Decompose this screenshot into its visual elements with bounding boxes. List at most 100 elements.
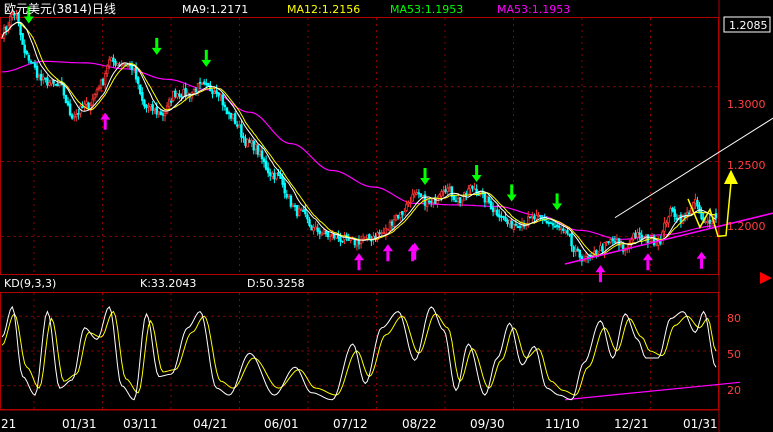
arrow-head bbox=[595, 265, 606, 273]
candle-body bbox=[161, 113, 165, 116]
candle-body bbox=[704, 221, 707, 224]
candle-body bbox=[103, 73, 107, 85]
arrow-head bbox=[23, 16, 34, 24]
kd-tick-50: 50 bbox=[727, 348, 741, 361]
candle-body bbox=[180, 95, 183, 98]
candle-body bbox=[310, 225, 313, 231]
candle-body bbox=[277, 172, 280, 177]
kd-tick-80: 80 bbox=[727, 312, 741, 325]
candle-body bbox=[531, 215, 534, 218]
candle-body bbox=[390, 221, 394, 226]
candle-body bbox=[9, 15, 12, 26]
candle-body bbox=[215, 90, 218, 94]
candle-body bbox=[465, 193, 468, 195]
candle-body bbox=[454, 200, 458, 203]
candle-body bbox=[264, 160, 268, 170]
candle-body bbox=[605, 241, 608, 244]
candle-body bbox=[440, 191, 443, 197]
candle-body bbox=[302, 210, 305, 212]
current-price: 1.2085 bbox=[729, 19, 768, 32]
candle-body bbox=[708, 219, 712, 224]
candle-body bbox=[33, 63, 37, 68]
candle-body bbox=[407, 202, 410, 205]
candle-body bbox=[285, 193, 289, 198]
candle-body bbox=[438, 194, 441, 199]
candle-body bbox=[219, 94, 222, 98]
candle-body bbox=[504, 216, 507, 222]
candle-body bbox=[70, 114, 74, 119]
sell-arrow-icon bbox=[155, 37, 159, 48]
candle-body bbox=[248, 140, 251, 143]
candle-body bbox=[31, 61, 35, 64]
candle-body bbox=[283, 182, 286, 194]
candle-body bbox=[384, 227, 388, 235]
candle-body bbox=[99, 79, 103, 89]
x-tick-label: 09/30 bbox=[470, 417, 505, 431]
candle-body bbox=[498, 214, 501, 218]
candle-body bbox=[293, 205, 297, 207]
candle-body bbox=[545, 220, 549, 224]
candle-body bbox=[551, 223, 555, 226]
candle-body bbox=[50, 79, 53, 85]
candle-body bbox=[266, 167, 270, 174]
candle-body bbox=[291, 204, 295, 208]
candle-body bbox=[578, 250, 582, 258]
candle-body bbox=[95, 89, 99, 95]
candle-body bbox=[122, 63, 125, 66]
candle-body bbox=[37, 75, 41, 78]
candle-body bbox=[403, 211, 406, 216]
candle-body bbox=[694, 198, 697, 204]
candle-body bbox=[328, 234, 332, 237]
candle-body bbox=[244, 138, 247, 146]
sell-arrow-icon bbox=[475, 165, 479, 176]
x-tick-label: 01/31 bbox=[62, 417, 97, 431]
candle-body bbox=[533, 216, 536, 220]
candle-body bbox=[314, 226, 317, 230]
candle-body bbox=[409, 202, 412, 205]
candle-body bbox=[91, 98, 95, 106]
candle-body bbox=[312, 227, 315, 232]
candle-body bbox=[436, 198, 439, 204]
candle-body bbox=[279, 175, 282, 179]
candle-body bbox=[192, 89, 196, 95]
candle-body bbox=[510, 220, 513, 229]
candle-body bbox=[458, 197, 462, 204]
candle-body bbox=[56, 83, 59, 87]
buy-arrow-icon bbox=[646, 260, 650, 271]
instrument-title: 欧元美元(3814)日线 bbox=[4, 2, 116, 16]
candle-body bbox=[607, 241, 610, 243]
arrow-head bbox=[201, 59, 212, 67]
scroll-right-icon[interactable] bbox=[760, 272, 772, 284]
candle-body bbox=[392, 219, 396, 227]
price-tick-1-2000: 1.2000 bbox=[727, 220, 766, 233]
kd-panel-frame bbox=[0, 292, 719, 410]
candle-body bbox=[363, 236, 367, 240]
candle-body bbox=[287, 194, 291, 198]
candle-body bbox=[227, 112, 231, 114]
candle-body bbox=[54, 83, 57, 86]
candle-body bbox=[254, 144, 258, 150]
candle-body bbox=[609, 239, 612, 243]
kd-k-value: K:33.2043 bbox=[140, 277, 196, 290]
candle-body bbox=[196, 83, 200, 92]
candle-body bbox=[576, 248, 579, 251]
candle-body bbox=[306, 214, 309, 220]
candle-body bbox=[320, 232, 324, 236]
candle-body bbox=[72, 116, 76, 119]
candle-body bbox=[297, 208, 301, 217]
candle-body bbox=[304, 208, 307, 215]
x-axis-labels: 21 01/31 03/11 04/21 06/01 07/12 08/22 09/30 11/… bbox=[1, 417, 718, 431]
candle-body bbox=[349, 238, 352, 241]
candle-body bbox=[675, 217, 679, 220]
arrow-head bbox=[354, 253, 364, 261]
sell-arrow-icon bbox=[555, 193, 559, 204]
candle-body bbox=[634, 232, 637, 238]
candle-body bbox=[21, 33, 24, 45]
candle-body bbox=[669, 207, 672, 217]
candle-body bbox=[271, 173, 274, 177]
candle-body bbox=[599, 245, 602, 251]
candle-body bbox=[35, 65, 39, 78]
candle-body bbox=[151, 104, 154, 111]
candle-body bbox=[163, 112, 167, 117]
candle-body bbox=[562, 228, 565, 231]
